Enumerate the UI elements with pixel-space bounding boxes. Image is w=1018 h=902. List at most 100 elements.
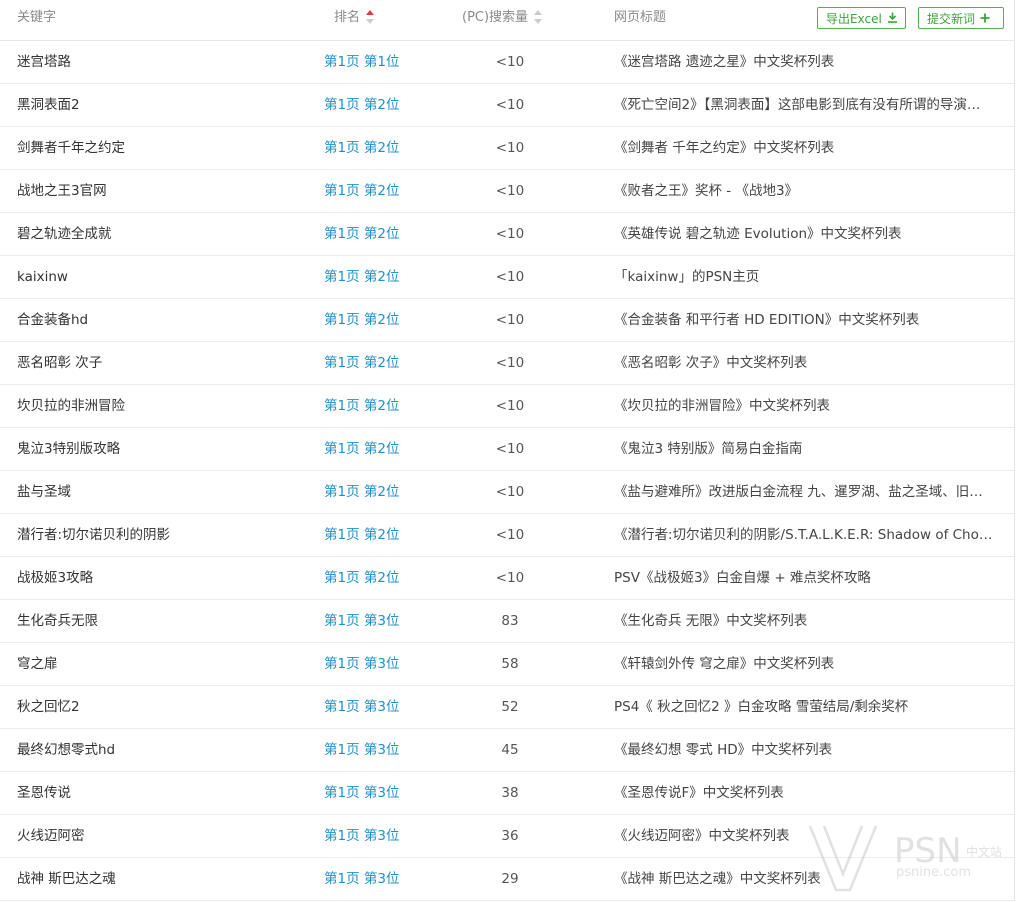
column-header-keyword: 关键字 xyxy=(17,10,57,25)
rank-link[interactable]: 第1页 第3位 xyxy=(324,858,434,900)
search-volume-cell: <10 xyxy=(495,570,525,586)
table-row: 碧之轨迹全成就 第1页 第2位 <10 《英雄传说 碧之轨迹 Evolution》中文… xyxy=(0,213,1014,256)
rank-link[interactable]: 第1页 第2位 xyxy=(324,557,434,599)
search-volume-cell: <10 xyxy=(495,140,525,156)
column-header-rank[interactable]: 排名 xyxy=(334,0,375,40)
table-row: 战地之王3官网 第1页 第2位 <10 《败者之王》奖杯 - 《战地3》 xyxy=(0,170,1014,213)
keyword-cell: 圣恩传说 xyxy=(17,785,71,801)
table-row: 合金装备hd 第1页 第2位 <10 《合金装备 和平行者 HD EDITION》中文… xyxy=(0,299,1014,342)
search-volume-cell: 83 xyxy=(501,613,519,629)
rank-link[interactable]: 第1页 第3位 xyxy=(324,815,434,857)
rank-link[interactable]: 第1页 第2位 xyxy=(324,170,434,212)
table-row: 战极姬3攻略 第1页 第2位 <10 PSV《战极姬3》白金自爆 + 难点奖杯攻略 xyxy=(0,557,1014,600)
keyword-cell: 盐与圣域 xyxy=(17,484,71,500)
submit-new-keyword-button[interactable]: 提交新词 xyxy=(918,7,1004,29)
table-row: 战神 斯巴达之魂 第1页 第3位 29 《战神 斯巴达之魂》中文奖杯列表 xyxy=(0,858,1014,901)
keyword-cell: 碧之轨迹全成就 xyxy=(17,226,112,242)
table-row: kaixinw 第1页 第2位 <10 「kaixinw」的PSN主页 xyxy=(0,256,1014,299)
keyword-cell: 穹之扉 xyxy=(17,656,58,672)
table-row: 火线迈阿密 第1页 第3位 36 《火线迈阿密》中文奖杯列表 xyxy=(0,815,1014,858)
table-row: 潜行者:切尔诺贝利的阴影 第1页 第2位 <10 《潜行者:切尔诺贝利的阴影/S.T.… xyxy=(0,514,1014,557)
table-row: 迷宫塔路 第1页 第1位 <10 《迷宫塔路 遗迹之星》中文奖杯列表 xyxy=(0,41,1014,84)
search-volume-cell: <10 xyxy=(495,183,525,199)
keyword-cell: 剑舞者千年之约定 xyxy=(17,140,125,156)
search-volume-cell: <10 xyxy=(495,54,525,70)
plus-icon xyxy=(980,8,990,30)
keyword-cell: kaixinw xyxy=(17,269,68,285)
search-volume-cell: <10 xyxy=(495,398,525,414)
keyword-cell: 生化奇兵无限 xyxy=(17,613,98,629)
page-title-cell: 《火线迈阿密》中文奖杯列表 xyxy=(614,828,790,844)
rank-link[interactable]: 第1页 第2位 xyxy=(324,127,434,169)
keyword-cell: 战神 斯巴达之魂 xyxy=(17,871,116,887)
page-title-cell: PS4《 秋之回忆2 》白金攻略 雪萤结局/剩余奖杯 xyxy=(614,699,909,715)
rank-link[interactable]: 第1页 第2位 xyxy=(324,299,434,341)
page-title-cell: 《盐与避难所》改进版白金流程 九、暹罗湖、盐之圣域、旧… xyxy=(614,484,983,500)
page-title-cell: 《坎贝拉的非洲冒险》中文奖杯列表 xyxy=(614,398,830,414)
table-row: 恶名昭彰 次子 第1页 第2位 <10 《恶名昭彰 次子》中文奖杯列表 xyxy=(0,342,1014,385)
keyword-cell: 鬼泣3特别版攻略 xyxy=(17,441,121,457)
table-row: 盐与圣域 第1页 第2位 <10 《盐与避难所》改进版白金流程 九、暹罗湖、盐之圣域、… xyxy=(0,471,1014,514)
keyword-cell: 合金装备hd xyxy=(17,312,89,328)
search-volume-cell: <10 xyxy=(495,484,525,500)
column-header-search-volume-label: (PC)搜索量 xyxy=(462,10,529,25)
table-header: 关键字 排名 (PC)搜索量 网页标题 导出Excel 提交新词 xyxy=(0,0,1014,41)
keyword-cell: 最终幻想零式hd xyxy=(17,742,116,758)
rank-link[interactable]: 第1页 第2位 xyxy=(324,514,434,556)
page-title-cell: 《剑舞者 千年之约定》中文奖杯列表 xyxy=(614,140,835,156)
rank-link[interactable]: 第1页 第2位 xyxy=(324,428,434,470)
rank-link[interactable]: 第1页 第2位 xyxy=(324,471,434,513)
rank-link[interactable]: 第1页 第2位 xyxy=(324,385,434,427)
search-volume-cell: <10 xyxy=(495,226,525,242)
page-title-cell: 《迷宫塔路 遗迹之星》中文奖杯列表 xyxy=(614,54,835,70)
search-volume-cell: 36 xyxy=(501,828,519,844)
keyword-cell: 迷宫塔路 xyxy=(17,54,71,70)
search-volume-cell: <10 xyxy=(495,355,525,371)
table-row: 生化奇兵无限 第1页 第3位 83 《生化奇兵 无限》中文奖杯列表 xyxy=(0,600,1014,643)
page-title-cell: 《鬼泣3 特别版》简易白金指南 xyxy=(614,441,803,457)
table-row: 坎贝拉的非洲冒险 第1页 第2位 <10 《坎贝拉的非洲冒险》中文奖杯列表 xyxy=(0,385,1014,428)
rank-link[interactable]: 第1页 第3位 xyxy=(324,772,434,814)
table-row: 黑洞表面2 第1页 第2位 <10 《死亡空间2》【黑洞表面】这部电影到底有没有所谓的… xyxy=(0,84,1014,127)
column-header-page-title: 网页标题 xyxy=(614,10,667,25)
keyword-cell: 火线迈阿密 xyxy=(17,828,85,844)
export-excel-button[interactable]: 导出Excel xyxy=(817,7,906,29)
rank-link[interactable]: 第1页 第2位 xyxy=(324,84,434,126)
download-icon xyxy=(887,8,898,30)
table-row: 圣恩传说 第1页 第3位 38 《圣恩传说F》中文奖杯列表 xyxy=(0,772,1014,815)
rank-link[interactable]: 第1页 第2位 xyxy=(324,342,434,384)
sort-arrows-icon[interactable] xyxy=(366,9,375,24)
page-title-cell: 《英雄传说 碧之轨迹 Evolution》中文奖杯列表 xyxy=(614,226,902,242)
keyword-ranking-table: 关键字 排名 (PC)搜索量 网页标题 导出Excel 提交新词 迷宫塔路第1页… xyxy=(0,0,1015,901)
keyword-cell: 黑洞表面2 xyxy=(17,97,80,113)
submit-new-keyword-label: 提交新词 xyxy=(927,12,976,26)
search-volume-cell: <10 xyxy=(495,97,525,113)
search-volume-cell: 29 xyxy=(501,871,519,887)
sort-arrows-icon[interactable] xyxy=(534,9,543,24)
rank-link[interactable]: 第1页 第2位 xyxy=(324,213,434,255)
column-header-search-volume[interactable]: (PC)搜索量 xyxy=(462,0,543,40)
page-title-cell: 《恶名昭彰 次子》中文奖杯列表 xyxy=(614,355,808,371)
page-title-cell: PSV《战极姬3》白金自爆 + 难点奖杯攻略 xyxy=(614,570,871,586)
rank-link[interactable]: 第1页 第3位 xyxy=(324,729,434,771)
table-row: 剑舞者千年之约定 第1页 第2位 <10 《剑舞者 千年之约定》中文奖杯列表 xyxy=(0,127,1014,170)
keyword-cell: 恶名昭彰 次子 xyxy=(17,355,103,371)
search-volume-cell: 58 xyxy=(501,656,519,672)
search-volume-cell: <10 xyxy=(495,312,525,328)
search-volume-cell: <10 xyxy=(495,441,525,457)
column-header-rank-label: 排名 xyxy=(334,10,361,25)
rank-link[interactable]: 第1页 第3位 xyxy=(324,686,434,728)
table-row: 鬼泣3特别版攻略 第1页 第2位 <10 《鬼泣3 特别版》简易白金指南 xyxy=(0,428,1014,471)
keyword-cell: 坎贝拉的非洲冒险 xyxy=(17,398,125,414)
search-volume-cell: 38 xyxy=(501,785,519,801)
keyword-cell: 秋之回忆2 xyxy=(17,699,80,715)
export-excel-label: 导出Excel xyxy=(826,12,882,26)
search-volume-cell: 45 xyxy=(501,742,519,758)
rank-link[interactable]: 第1页 第3位 xyxy=(324,643,434,685)
rank-link[interactable]: 第1页 第1位 xyxy=(324,41,434,83)
rank-link[interactable]: 第1页 第2位 xyxy=(324,256,434,298)
search-volume-cell: <10 xyxy=(495,269,525,285)
keyword-cell: 潜行者:切尔诺贝利的阴影 xyxy=(17,527,171,543)
table-row: 穹之扉 第1页 第3位 58 《轩辕剑外传 穹之扉》中文奖杯列表 xyxy=(0,643,1014,686)
rank-link[interactable]: 第1页 第3位 xyxy=(324,600,434,642)
